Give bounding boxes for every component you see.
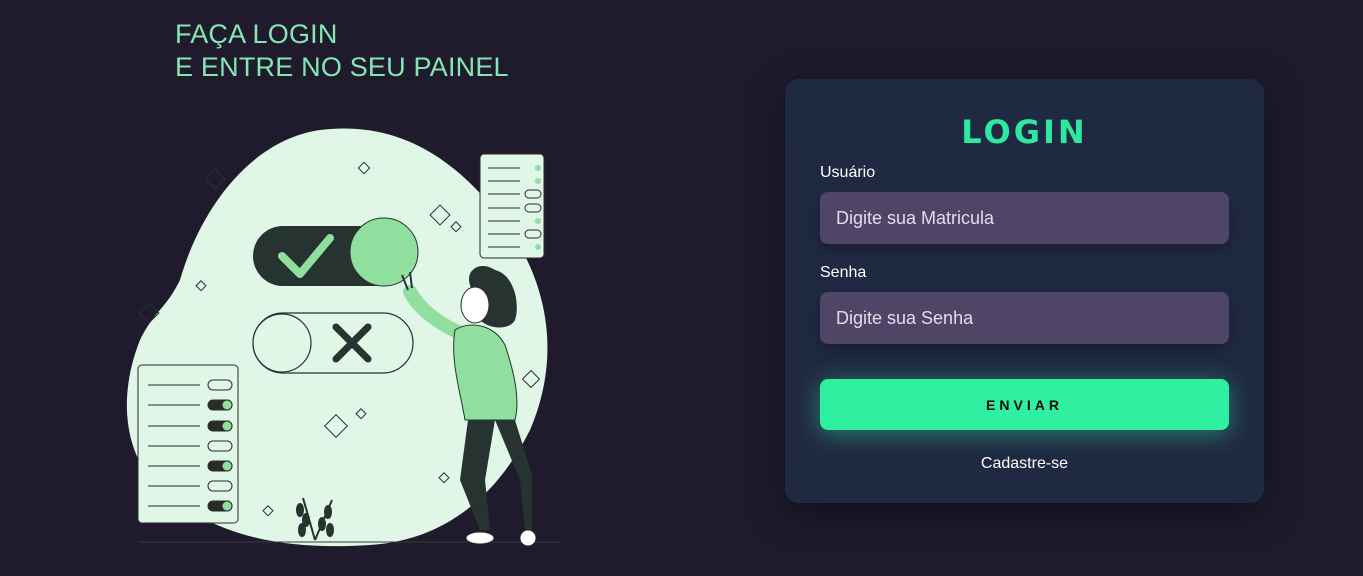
password-input[interactable] [820, 292, 1229, 344]
check-toggle [253, 217, 419, 287]
headline-line-1: FAÇA LOGIN [175, 19, 338, 49]
hero-headline: FAÇA LOGIN E ENTRE NO SEU PAINEL [175, 18, 509, 84]
x-toggle [252, 312, 414, 374]
signup-link[interactable]: Cadastre-se [785, 455, 1264, 473]
password-label: Senha [820, 264, 867, 281]
checklist-card-bottom [137, 364, 239, 524]
user-label: Usuário [820, 164, 876, 181]
user-input[interactable] [820, 192, 1229, 244]
login-illustration [126, 128, 560, 547]
login-page: FAÇA LOGIN E ENTRE NO SEU PAINEL LOGIN U… [0, 0, 1363, 576]
headline-line-2: E ENTRE NO SEU PAINEL [175, 52, 509, 82]
submit-button[interactable]: ENVIAR [820, 379, 1229, 430]
login-card: LOGIN Usuário Senha ENVIAR Cadastre-se [785, 79, 1264, 503]
login-title: LOGIN [961, 113, 1088, 151]
checklist-card-top [479, 153, 545, 259]
